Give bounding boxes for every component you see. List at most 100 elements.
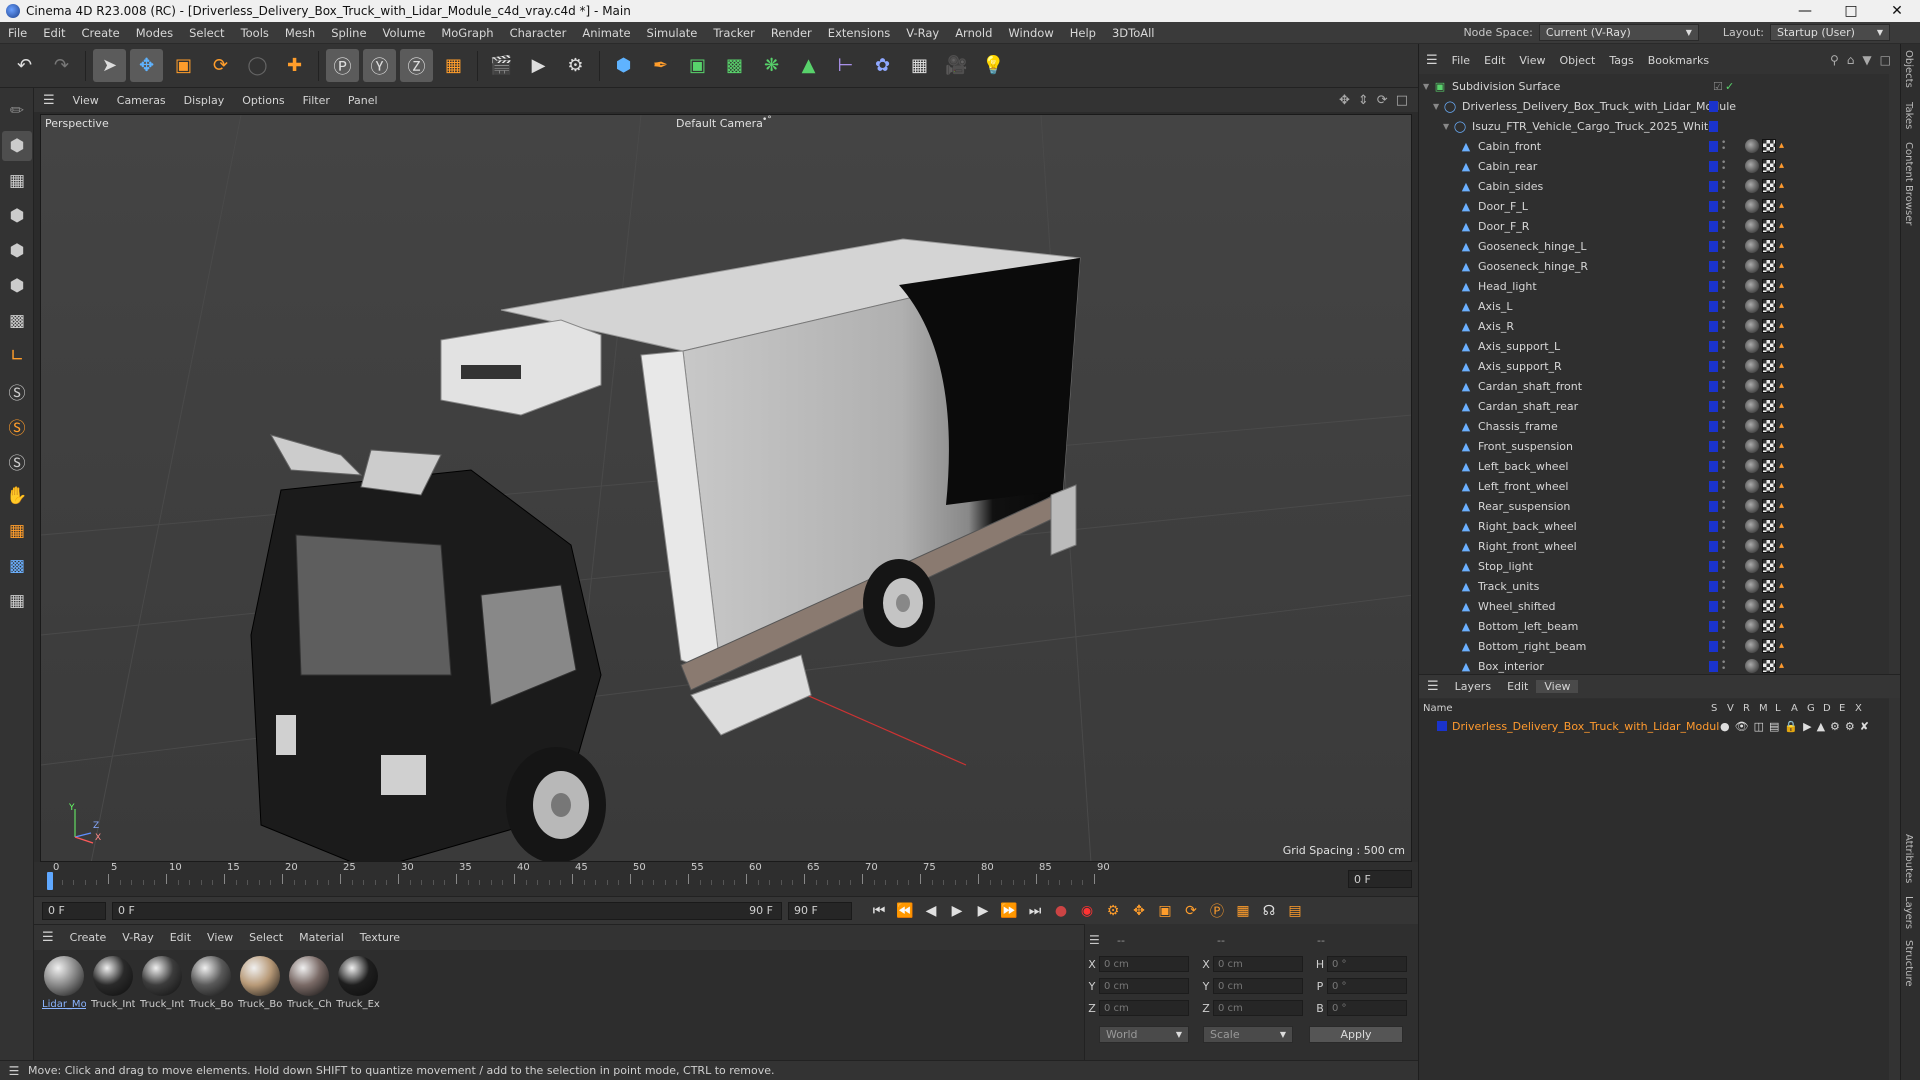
home-icon[interactable]: ⌂ <box>1847 53 1855 67</box>
layer-color-swatch[interactable] <box>1709 420 1718 432</box>
rotate-tool-icon[interactable]: ⟳ <box>204 49 237 82</box>
uvw-tag-icon[interactable] <box>1762 219 1776 233</box>
visibility-dots-icon[interactable]: •• <box>1721 179 1727 194</box>
layer-color-swatch[interactable] <box>1709 400 1718 412</box>
menu-vray[interactable]: V-Ray <box>898 26 947 40</box>
layer-flag-column[interactable]: M <box>1759 703 1768 714</box>
layer-color-swatch[interactable] <box>1709 240 1718 252</box>
material-tag-icon[interactable] <box>1745 319 1759 333</box>
node-space-dropdown[interactable]: Current (V-Ray) ▼ <box>1538 24 1699 41</box>
visibility-dots-icon[interactable]: •• <box>1721 139 1727 154</box>
mograph-cloner-icon[interactable]: ❋ <box>755 49 788 82</box>
visibility-dots-icon[interactable]: •• <box>1721 239 1727 254</box>
pen-spline-icon[interactable]: ✒ <box>644 49 677 82</box>
go-to-end-icon[interactable]: ⏭ <box>1022 899 1048 923</box>
layer-color-swatch[interactable] <box>1709 580 1718 592</box>
layer-color-swatch[interactable] <box>1709 460 1718 472</box>
menu-create[interactable]: Create <box>74 26 128 40</box>
frame-range-slider[interactable]: 0 F 90 F <box>112 901 782 920</box>
filter-icon[interactable]: ▼ <box>1862 53 1871 67</box>
previous-key-icon[interactable]: ⏪ <box>892 899 918 923</box>
parameter-key-icon[interactable]: Ⓟ <box>1204 899 1230 923</box>
phong-tag-icon[interactable]: ▴ <box>1779 380 1789 392</box>
pos-z-field[interactable]: 0 cm <box>1099 1000 1189 1016</box>
menu-tools[interactable]: Tools <box>233 26 277 40</box>
material-menu-view[interactable]: View <box>199 931 241 944</box>
phong-tag-icon[interactable]: ▴ <box>1779 480 1789 492</box>
layer-solo-icon[interactable]: ● <box>1720 720 1730 733</box>
size-z-field[interactable]: 0 cm <box>1213 1000 1303 1016</box>
layer-color-swatch[interactable] <box>1709 340 1718 352</box>
phong-tag-icon[interactable]: ▴ <box>1779 580 1789 592</box>
grid-icon[interactable]: ▦ <box>2 516 32 546</box>
uvw-tag-icon[interactable] <box>1762 599 1776 613</box>
visibility-dots-icon[interactable]: •• <box>1721 619 1727 634</box>
menu-help[interactable]: Help <box>1062 26 1104 40</box>
collapse-icon[interactable]: ▼ <box>1443 122 1453 131</box>
viewport-menu-panel[interactable]: Panel <box>339 94 387 107</box>
layer-color-swatch[interactable] <box>1709 200 1718 212</box>
layer-color-swatch[interactable] <box>1709 660 1718 672</box>
layer-flag-column[interactable]: R <box>1743 703 1752 714</box>
phong-tag-icon[interactable]: ▴ <box>1779 260 1789 272</box>
material-menu-material[interactable]: Material <box>291 931 352 944</box>
render-picture-viewer-icon[interactable]: ▶ <box>522 49 555 82</box>
material-tag-icon[interactable] <box>1745 619 1759 633</box>
tree-row[interactable]: ▲ Cabin_front • • ▴ <box>1459 136 1889 156</box>
environment-icon[interactable]: ✿ <box>866 49 899 82</box>
uvw-tag-icon[interactable] <box>1762 459 1776 473</box>
layer-color-swatch[interactable] <box>1709 120 1718 132</box>
visibility-dots-icon[interactable]: •• <box>1721 259 1727 274</box>
material-menu-vray[interactable]: V-Ray <box>114 931 162 944</box>
layer-row[interactable]: Driverless_Delivery_Box_Truck_with_Lidar… <box>1419 717 1889 735</box>
phong-tag-icon[interactable]: ▴ <box>1779 640 1789 652</box>
menu-animate[interactable]: Animate <box>574 26 638 40</box>
uvw-tag-icon[interactable] <box>1762 519 1776 533</box>
phong-tag-icon[interactable]: ▴ <box>1779 660 1789 672</box>
viewport-3d[interactable]: Perspective Default Camera •° Grid Spaci… <box>40 114 1412 862</box>
make-editable-icon[interactable]: ✏ <box>2 96 32 126</box>
render-settings-icon[interactable]: ⚙ <box>559 49 592 82</box>
layer-color-swatch[interactable] <box>1709 260 1718 272</box>
tree-row[interactable]: ▲ Head_light • • ▴ <box>1459 276 1889 296</box>
visibility-dots-icon[interactable]: •• <box>1721 519 1727 534</box>
layer-color-swatch[interactable] <box>1709 220 1718 232</box>
enabled-check-icon[interactable]: ✓ <box>1725 80 1734 93</box>
layer-manager-icon[interactable]: ▤ <box>1769 720 1779 733</box>
menu-extensions[interactable]: Extensions <box>820 26 898 40</box>
autokey-icon[interactable]: ◉ <box>1074 899 1100 923</box>
rot-h-field[interactable]: 0 ° <box>1327 956 1407 972</box>
layer-color-swatch[interactable] <box>1709 600 1718 612</box>
om-menu-view[interactable]: View <box>1512 54 1552 67</box>
layer-color-swatch[interactable] <box>1709 100 1718 112</box>
recent-tool-icon[interactable]: ◯ <box>241 49 274 82</box>
visibility-dots-icon[interactable]: •• <box>1721 579 1727 594</box>
visibility-dots-icon[interactable]: •• <box>1721 639 1727 654</box>
layer-color-swatch[interactable] <box>1709 280 1718 292</box>
material-tag-icon[interactable] <box>1745 479 1759 493</box>
side-tab-layers[interactable]: Layers <box>1903 896 1914 929</box>
om-menu-bookmarks[interactable]: Bookmarks <box>1641 54 1716 67</box>
uvw-tag-icon[interactable] <box>1762 379 1776 393</box>
visibility-dots-icon[interactable]: •• <box>1721 419 1727 434</box>
side-tab-attributes[interactable]: Attributes <box>1903 834 1914 883</box>
deformer-icon[interactable]: ▲ <box>792 49 825 82</box>
undo-icon[interactable]: ↶ <box>8 49 41 82</box>
hamburger-icon[interactable]: ☰ <box>1089 933 1103 947</box>
snap-settings-icon[interactable]: Ⓢ <box>2 411 32 441</box>
phong-tag-icon[interactable]: ▴ <box>1779 360 1789 372</box>
next-frame-icon[interactable]: ▶ <box>970 899 996 923</box>
visibility-dots-icon[interactable]: •• <box>1721 359 1727 374</box>
menu-character[interactable]: Character <box>502 26 575 40</box>
timeline-playhead[interactable] <box>47 872 53 890</box>
tree-row[interactable]: ▲ Gooseneck_hinge_L • • ▴ <box>1459 236 1889 256</box>
layer-color-swatch[interactable] <box>1437 721 1447 731</box>
y-axis-lock-icon[interactable]: Ⓨ <box>363 49 396 82</box>
om-menu-file[interactable]: File <box>1445 54 1477 67</box>
tree-row[interactable]: ▲ Right_front_wheel • • ▴ <box>1459 536 1889 556</box>
hamburger-icon[interactable]: ☰ <box>34 930 62 945</box>
size-mode-dropdown[interactable]: Scale ▼ <box>1203 1025 1293 1043</box>
floor-icon[interactable]: ▦ <box>903 49 936 82</box>
visibility-dots-icon[interactable]: •• <box>1721 539 1727 554</box>
uvw-tag-icon[interactable] <box>1762 319 1776 333</box>
